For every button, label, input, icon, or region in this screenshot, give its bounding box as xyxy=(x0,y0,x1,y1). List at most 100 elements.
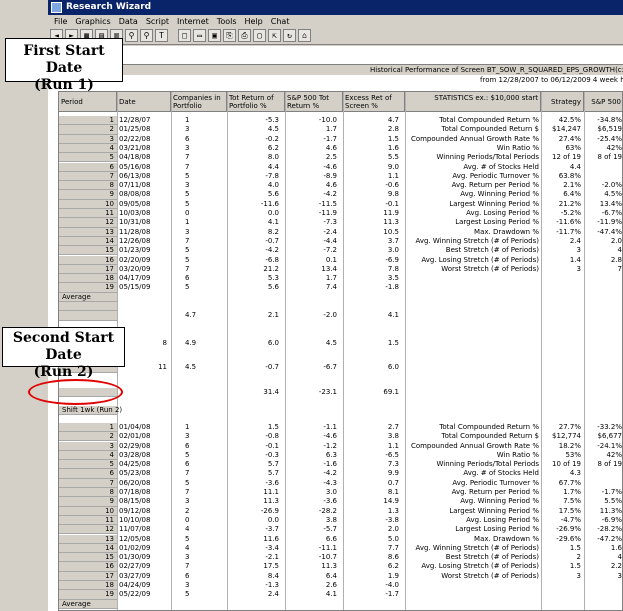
table-row[interactable]: 2 02/01/08 3 -0.8 -4.6 3.8 Total Compounded Re… xyxy=(59,432,622,442)
save-icon[interactable]: ▣ xyxy=(208,29,221,42)
table-row[interactable]: Average xyxy=(59,599,622,609)
text-icon[interactable]: T xyxy=(155,29,168,42)
table-row[interactable]: 17 03/20/09 7 21.2 13.4 7.8 Worst Stretch (# o… xyxy=(59,264,622,275)
menu-file[interactable]: File xyxy=(48,15,71,28)
table-row[interactable]: 4 03/21/08 3 6.2 4.6 1.6 Win Ratio % 63% 42% xyxy=(59,143,622,154)
excess-return-cell: 7.7 xyxy=(387,543,399,552)
date-cell: 04/17/09 xyxy=(119,274,151,283)
companies-cell: 6 xyxy=(185,441,190,450)
sp500-return-cell: 6.3 xyxy=(325,450,337,459)
table-row[interactable]: 2 01/25/08 3 4.5 1.7 2.8 Total Compounded Retu… xyxy=(59,125,622,135)
table-row[interactable]: 11 10/10/08 0 0.0 3.8 -3.8 Avg. Losing Period … xyxy=(59,515,622,526)
stat-sp500: -24.1% xyxy=(597,441,622,450)
col-header-sp500-stat[interactable]: S&P 500 xyxy=(584,92,622,112)
table-row[interactable]: 15 01/23/09 5 -4.2 -7.2 3.0 Best Stretch (# of… xyxy=(59,246,622,256)
table-row[interactable]: 11 4.5 -0.7 -6.7 6.0 xyxy=(59,363,622,373)
table-row[interactable]: 4.7 2.1 -2.0 4.1 xyxy=(59,311,622,321)
stat-strategy: 21.2% xyxy=(558,199,581,208)
col-header-period[interactable]: Period xyxy=(59,92,117,112)
table-row[interactable]: 14 12/26/08 7 -0.7 -4.4 3.7 Avg. Winning Stret… xyxy=(59,236,622,247)
table-row[interactable]: 11 10/03/08 0 0.0 -11.9 11.9 Avg. Losing Perio… xyxy=(59,209,622,219)
stat-label: Largest Winning Period % xyxy=(449,199,539,208)
col-header-total-return[interactable]: Tot Return of Portfolio % xyxy=(227,92,285,112)
table-row[interactable]: 8 07/18/08 7 11.1 3.0 8.1 Avg. Return per Peri… xyxy=(59,488,622,498)
table-row[interactable]: 3 02/22/08 6 -0.2 -1.7 1.5 Compounded Annual G… xyxy=(59,134,622,144)
stat-label: Avg. Return per Period % xyxy=(451,488,539,496)
table-row[interactable]: 18 04/17/09 6 5.3 1.7 3.5 xyxy=(59,274,622,284)
table-row[interactable]: 6 05/23/08 7 5.7 -4.2 9.9 Avg. # of Stocks Hel… xyxy=(59,469,622,479)
sp500-return-cell: -4.6 xyxy=(323,432,337,441)
table-row[interactable]: 4 03/28/08 5 -0.3 6.3 -6.5 Win Ratio % 53% 42% xyxy=(59,450,622,461)
table-row[interactable]: Up Markets xyxy=(59,329,622,340)
filter-icon[interactable]: ⚲ xyxy=(125,29,138,42)
filter2-icon[interactable]: ⚲ xyxy=(140,29,153,42)
table-row[interactable]: 8 4.9 6.0 4.5 1.5 xyxy=(59,339,622,349)
table-row[interactable]: 16 02/20/09 5 -6.8 0.1 -6.9 Avg. Losing Stretc… xyxy=(59,255,622,265)
table-row[interactable]: 19 05/15/09 5 5.6 7.4 -1.8 xyxy=(59,283,622,293)
excess-return-cell: 1.6 xyxy=(387,143,399,152)
total-return-cell: -0.8 xyxy=(265,432,279,441)
col-header-sp500-return[interactable]: S&P 500 Tot Return % xyxy=(285,92,343,112)
table-row[interactable]: 1 12/28/07 1 -5.3 -10.0 4.7 Total Compounded R… xyxy=(59,116,622,126)
table-row[interactable]: 12 10/31/08 1 4.1 -7.3 11.3 Largest Losing Per… xyxy=(59,218,622,228)
home-icon[interactable]: ⌂ xyxy=(298,29,311,42)
table-row[interactable]: 31.4 -23.1 69.1 xyxy=(59,387,622,397)
table-row[interactable]: 15 01/30/09 3 -2.1 -10.7 8.6 Best Stretch (# o… xyxy=(59,553,622,563)
table-row[interactable]: 10 09/05/08 5 -11.6 -11.5 -0.1 Largest Winning… xyxy=(59,199,622,209)
callout-first-line1: First Start Date xyxy=(23,43,105,76)
stat-sp500: -1.7% xyxy=(601,488,622,496)
table-row[interactable]: 13 11/28/08 3 8.2 -2.4 10.5 Max. Drawdown % -11… xyxy=(59,227,622,237)
new-icon[interactable]: □ xyxy=(178,29,191,42)
table-row[interactable]: Average xyxy=(59,292,622,302)
col-header-date[interactable]: Date xyxy=(117,92,171,112)
table-row[interactable]: 10 09/12/08 2 -26.9 -28.2 1.3 Largest Winning … xyxy=(59,506,622,516)
col-header-strategy[interactable]: Strategy xyxy=(541,92,584,112)
up-excess: 1.5 xyxy=(387,339,399,348)
table-row[interactable]: 12 11/07/08 4 -3.7 -5.7 2.0 Largest Losing Per… xyxy=(59,525,622,535)
table-row[interactable]: Shift 1wk (Run 2) xyxy=(59,406,622,416)
refresh-icon[interactable]: ↻ xyxy=(283,29,296,42)
col-header-excess-return[interactable]: Excess Ret of Screen % xyxy=(343,92,405,112)
table-row[interactable]: 6 05/16/08 7 4.4 -4.6 9.0 Avg. # of Stocks Hel… xyxy=(59,162,622,172)
date-cell: 01/30/09 xyxy=(119,553,151,562)
col-header-companies[interactable]: Companies in Portfolio xyxy=(171,92,227,112)
export-icon[interactable]: ⇱ xyxy=(268,29,281,42)
menu-help[interactable]: Help xyxy=(241,15,267,28)
open-icon[interactable]: ▭ xyxy=(193,29,206,42)
menu-tools[interactable]: Tools xyxy=(213,15,241,28)
table-row[interactable]: 9 08/15/08 3 11.3 -3.6 14.9 Avg. Winning Perio… xyxy=(59,497,622,507)
table-row[interactable]: 14 01/02/09 4 -3.4 -11.1 7.7 Avg. Winning Stre… xyxy=(59,543,622,554)
menu-graphics[interactable]: Graphics xyxy=(71,15,114,28)
table-row[interactable]: 7 06/20/08 5 -3.6 -4.3 0.7 Avg. Periodic Turno… xyxy=(59,478,622,488)
preview-icon[interactable]: ▢ xyxy=(253,29,266,42)
table-row[interactable]: 8 07/11/08 3 4.0 4.6 -0.6 Avg. Return per Peri… xyxy=(59,181,622,191)
menu-chat[interactable]: Chat xyxy=(267,15,294,28)
table-row[interactable]: 18 04/24/09 3 -1.3 2.6 -4.0 xyxy=(59,581,622,591)
table-row[interactable]: 16 02/27/09 7 17.5 11.3 6.2 Avg. Losing Stretc… xyxy=(59,562,622,572)
table-row[interactable]: 13 12/05/08 5 11.6 6.6 5.0 Max. Drawdown % -29.… xyxy=(59,534,622,544)
stat-strategy: 3 xyxy=(576,246,581,255)
table-row[interactable]: 3 02/29/08 6 -0.1 -1.2 1.1 Compounded Annual G… xyxy=(59,441,622,451)
table-row[interactable]: 5 04/25/08 6 5.7 -1.6 7.3 Winning Periods/Tota… xyxy=(59,460,622,470)
table-row[interactable]: 5 04/18/08 7 8.0 2.5 5.5 Winning Periods/Total… xyxy=(59,153,622,163)
table-row[interactable]: 1 01/04/08 1 1.5 -1.1 2.7 Total Compounded Ret… xyxy=(59,422,622,433)
table-row[interactable]: 19 05/22/09 5 2.4 4.1 -1.7 xyxy=(59,590,622,600)
table-row[interactable]: 7 06/13/08 5 -7.8 -8.9 1.1 Avg. Periodic Turno… xyxy=(59,171,622,182)
companies-cell: 3 xyxy=(185,432,190,441)
menu-internet[interactable]: Internet xyxy=(173,15,213,28)
companies-cell: 7 xyxy=(185,488,190,496)
table-row[interactable]: 9 08/08/08 5 5.6 -4.2 9.8 Avg. Winning Period … xyxy=(59,190,622,200)
total-return-cell: -0.3 xyxy=(265,450,279,459)
total-return-cell: 17.5 xyxy=(263,562,279,571)
sp500-return-cell: -1.6 xyxy=(323,460,337,469)
excess-return-cell: 9.8 xyxy=(387,190,399,199)
avg-sp500: -2.0 xyxy=(323,311,337,320)
menu-script[interactable]: Script xyxy=(142,15,173,28)
print-icon[interactable]: ⎙ xyxy=(238,29,251,42)
copy-icon[interactable]: ⎘ xyxy=(223,29,236,42)
col-header-statistics[interactable]: STATISTICS ex.: $10,000 start xyxy=(405,92,541,112)
stat-sp500: -11.9% xyxy=(597,218,622,227)
menu-data[interactable]: Data xyxy=(115,15,142,28)
table-row[interactable]: 17 03/27/09 6 8.4 6.4 1.9 Worst Stretch (# of … xyxy=(59,571,622,581)
results-grid[interactable]: Period Date Companies in Portfolio Tot Retu… xyxy=(58,91,623,611)
